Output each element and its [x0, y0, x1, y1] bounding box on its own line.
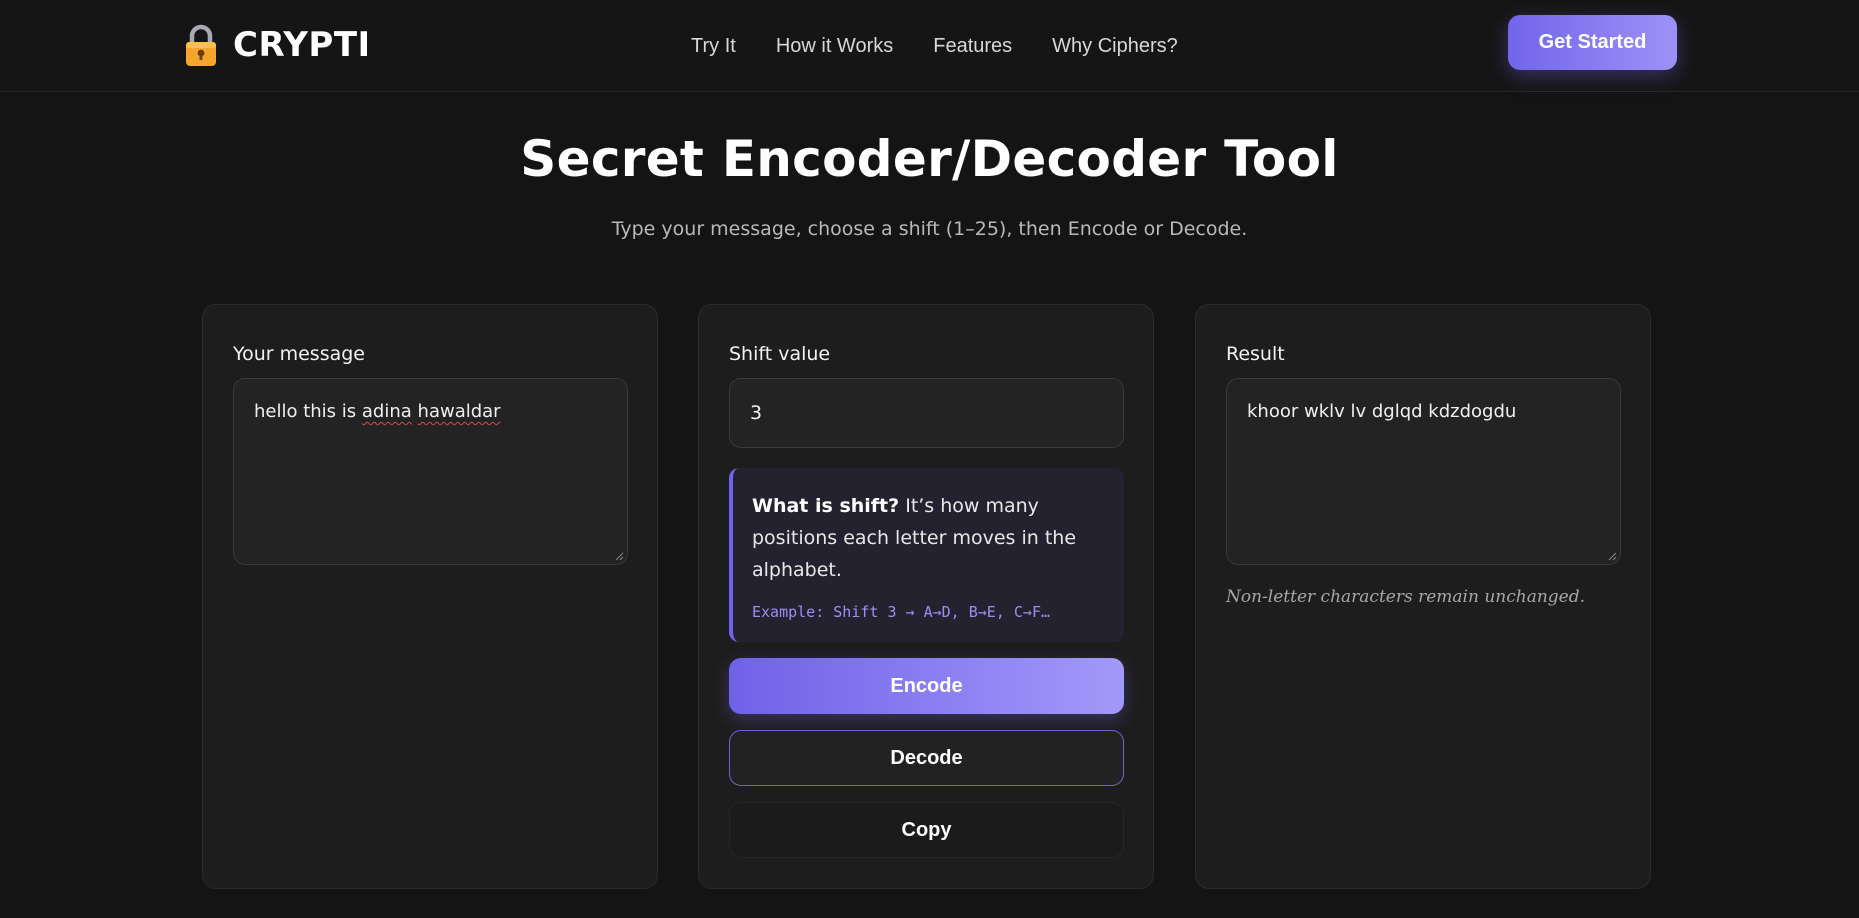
shift-info-box: What is shift? It’s how many positions e…	[729, 468, 1124, 642]
shift-info-title: What is shift?	[752, 495, 900, 517]
message-textarea[interactable]: hello this is adina hawaldar	[233, 378, 628, 565]
nav-link-try-it[interactable]: Try It	[691, 35, 736, 58]
nav-links: Try It How it Works Features Why Ciphers…	[691, 28, 1178, 64]
page-subtitle: Type your message, choose a shift (1–25)…	[611, 218, 1248, 240]
top-navbar: CRYPTI Try It How it Works Features Why …	[0, 0, 1859, 92]
page-title: Secret Encoder/Decoder Tool	[520, 130, 1339, 188]
message-text: hello this is	[254, 401, 362, 422]
nav-link-features[interactable]: Features	[933, 35, 1012, 58]
message-text-misspelled: hawaldar	[417, 401, 501, 422]
resize-grip-icon[interactable]	[614, 551, 624, 561]
shift-input[interactable]: 3	[729, 378, 1124, 448]
message-label: Your message	[233, 343, 365, 365]
result-textarea[interactable]: khoor wklv lv dglqd kdzdogdu	[1226, 378, 1621, 565]
nav-link-how-it-works[interactable]: How it Works	[776, 35, 893, 58]
brand-name: CRYPTI	[233, 25, 371, 65]
get-started-button[interactable]: Get Started	[1508, 15, 1677, 70]
message-card: Your message hello this is adina hawalda…	[202, 304, 658, 889]
shift-card: Shift value 3 What is shift? It’s how ma…	[698, 304, 1154, 889]
result-note: Non-letter characters remain unchanged.	[1226, 587, 1586, 607]
encode-button[interactable]: Encode	[729, 658, 1124, 714]
result-label: Result	[1226, 343, 1285, 365]
shift-value: 3	[750, 402, 763, 424]
shift-info-example: Example: Shift 3 → A→D, B→E, C→F…	[752, 603, 1051, 621]
nav-link-why-ciphers[interactable]: Why Ciphers?	[1052, 35, 1178, 58]
shift-info-text: What is shift? It’s how many positions e…	[752, 490, 1106, 586]
shift-label: Shift value	[729, 343, 831, 365]
resize-grip-icon[interactable]	[1607, 551, 1617, 561]
decode-button[interactable]: Decode	[729, 730, 1124, 786]
message-text-misspelled: adina	[361, 401, 412, 422]
lock-icon	[186, 24, 216, 66]
result-card: Result khoor wklv lv dglqd kdzdogdu Non-…	[1195, 304, 1651, 889]
copy-button[interactable]: Copy	[729, 802, 1124, 858]
brand-logo[interactable]: CRYPTI	[183, 20, 371, 70]
result-text: khoor wklv lv dglqd kdzdogdu	[1247, 401, 1517, 422]
